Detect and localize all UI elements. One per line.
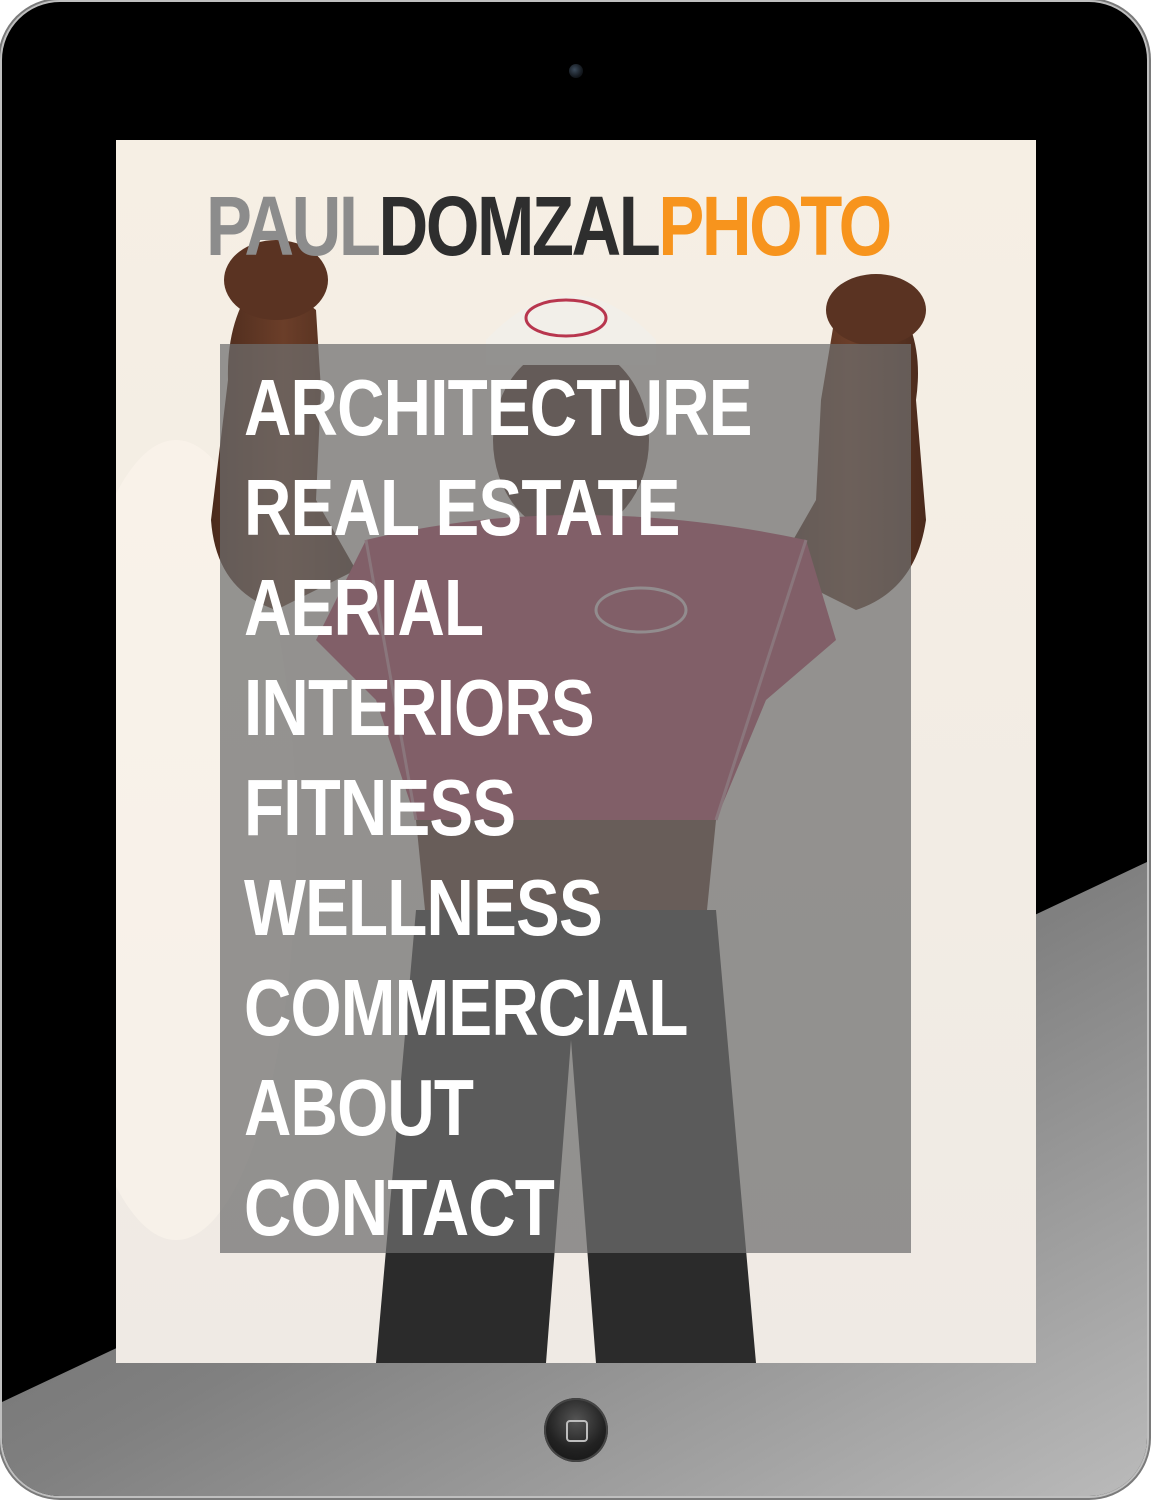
logo-word-paul: PAUL: [206, 179, 381, 273]
logo-word-domzal: DOMZAL: [378, 179, 661, 273]
menu-item-interiors[interactable]: INTERIORS: [244, 658, 752, 758]
menu-item-wellness[interactable]: WELLNESS: [244, 858, 752, 958]
menu-item-aerial[interactable]: AERIAL: [244, 558, 752, 658]
menu-item-about[interactable]: ABOUT: [244, 1058, 752, 1158]
menu-item-architecture[interactable]: ARCHITECTURE: [244, 358, 752, 458]
menu-item-fitness[interactable]: FITNESS: [244, 758, 752, 858]
logo-word-photo: PHOTO: [658, 179, 892, 273]
menu-item-commercial[interactable]: COMMERCIAL: [244, 958, 752, 1058]
menu-item-contact[interactable]: CONTACT: [244, 1158, 752, 1258]
device-screen: PAULDOMZALPHOTO ARCHITECTURE REAL ESTATE…: [116, 140, 1036, 1363]
navigation-menu: ARCHITECTURE REAL ESTATE AERIAL INTERIOR…: [244, 358, 863, 1258]
home-square-icon: [566, 1420, 588, 1442]
site-logo[interactable]: PAULDOMZALPHOTO: [206, 184, 892, 268]
menu-item-real-estate[interactable]: REAL ESTATE: [244, 458, 752, 558]
navigation-menu-panel: ARCHITECTURE REAL ESTATE AERIAL INTERIOR…: [220, 344, 911, 1253]
home-button-icon[interactable]: [544, 1398, 608, 1462]
tablet-device: PAULDOMZALPHOTO ARCHITECTURE REAL ESTATE…: [2, 2, 1147, 1496]
camera-icon: [569, 64, 583, 78]
